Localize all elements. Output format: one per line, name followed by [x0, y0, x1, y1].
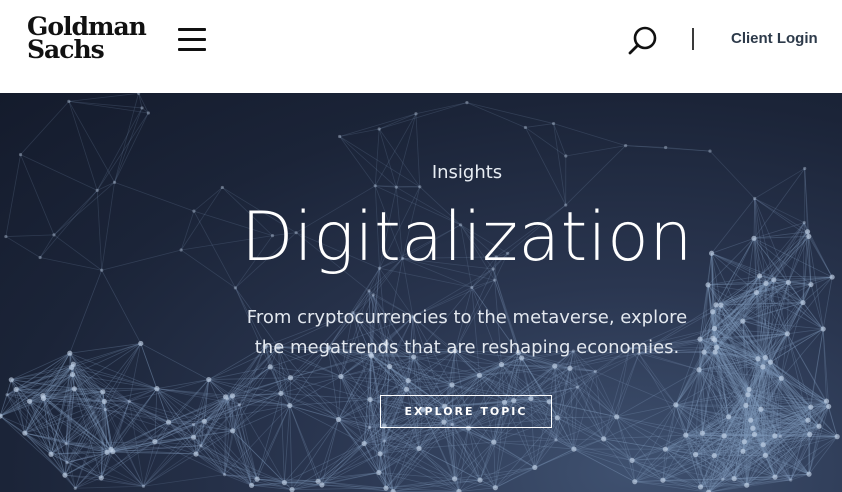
client-login-link[interactable]: Client Login [731, 30, 818, 47]
hamburger-menu-icon[interactable] [178, 28, 206, 51]
hero-description-line1: From cryptocurrencies to the metaverse, … [246, 307, 688, 328]
search-icon[interactable] [626, 24, 660, 58]
hero-banner: Insights Digitalization From cryptocurre… [0, 93, 842, 492]
hero-content: Insights Digitalization From cryptocurre… [0, 93, 842, 492]
menu-bar-top [178, 28, 206, 31]
logo-text-line2: Sachs [27, 35, 105, 64]
explore-topic-button[interactable]: EXPLORE TOPIC [380, 395, 552, 428]
hero-eyebrow: Insights [431, 162, 503, 183]
page: Goldman Sachs Client Login Insights Digi… [0, 0, 842, 492]
site-header: Goldman Sachs Client Login [0, 0, 842, 93]
menu-bar-middle [178, 38, 206, 41]
goldman-sachs-logo[interactable]: Goldman Sachs [27, 14, 147, 67]
hero-title: Digitalization [241, 198, 693, 277]
menu-bar-bottom [178, 48, 206, 51]
header-divider [692, 28, 694, 50]
hero-description: From cryptocurrencies to the metaverse, … [0, 303, 842, 363]
hero-description-line2: the megatrends that are reshaping econom… [254, 337, 680, 358]
